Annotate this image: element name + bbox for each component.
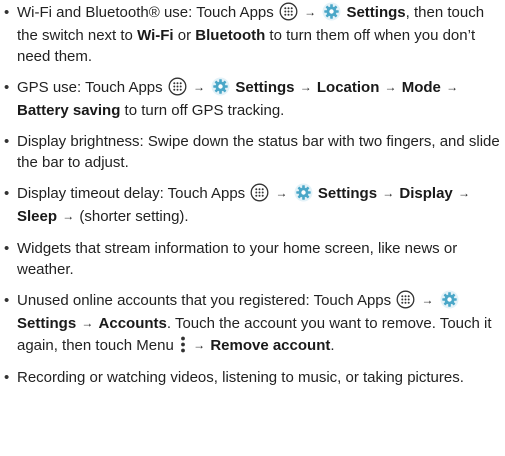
list-item: Display timeout delay: Touch Apps → Sett…	[4, 183, 502, 228]
apps-launcher-icon	[279, 2, 298, 21]
arrow-icon: →	[275, 186, 288, 200]
list-item: Display brightness: Swipe down the statu…	[4, 131, 502, 174]
list-item: Recording or watching videos, listening …	[4, 367, 502, 389]
list-item: Widgets that stream information to your …	[4, 238, 502, 281]
battery-tips-list: Wi-Fi and Bluetooth® use: Touch Apps → S…	[4, 2, 502, 398]
settings-gear-icon	[322, 2, 341, 21]
settings-gear-icon	[294, 183, 313, 202]
document-page: Wi-Fi and Bluetooth® use: Touch Apps → S…	[0, 0, 505, 456]
arrow-icon: →	[421, 293, 434, 307]
arrow-icon: →	[81, 315, 94, 330]
arrow-icon: →	[446, 80, 459, 94]
apps-launcher-icon	[396, 290, 415, 309]
menu-overflow-icon	[179, 335, 187, 354]
arrow-icon: →	[193, 338, 206, 352]
settings-gear-icon	[440, 290, 459, 309]
arrow-icon: →	[382, 186, 395, 200]
list-item: Wi-Fi and Bluetooth® use: Touch Apps → S…	[4, 2, 502, 68]
apps-launcher-icon	[168, 77, 187, 96]
arrow-icon: →	[384, 80, 397, 94]
arrow-icon: →	[457, 186, 470, 200]
arrow-icon: →	[193, 80, 205, 94]
arrow-icon: →	[299, 80, 312, 94]
list-item: GPS use: Touch Apps → Settings → Locatio…	[4, 77, 502, 121]
settings-gear-icon	[211, 77, 230, 96]
arrow-icon: →	[304, 5, 317, 19]
apps-launcher-icon	[250, 183, 269, 202]
arrow-icon: →	[62, 208, 75, 223]
list-item: Unused online accounts that you register…	[4, 290, 502, 358]
